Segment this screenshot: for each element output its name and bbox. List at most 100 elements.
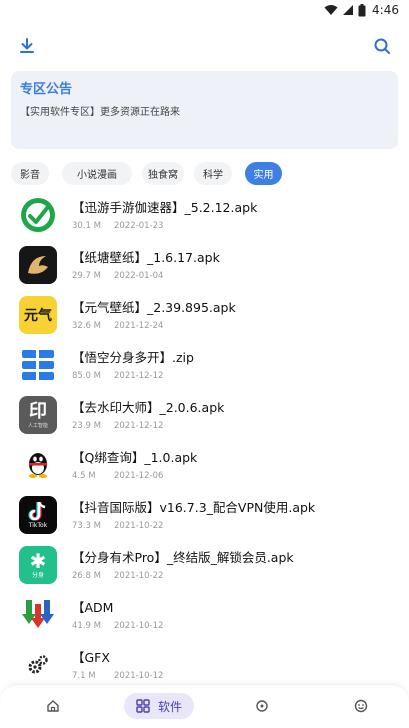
app-size: 4.5 M bbox=[72, 471, 96, 481]
announcement-title: 专区公告 bbox=[20, 82, 73, 97]
app-name: 【悟空分身多开】.zip bbox=[72, 350, 194, 365]
nav-discover[interactable] bbox=[249, 693, 275, 719]
list-item[interactable]: TikTok 【抖音国际版】v16.7.3_配合VPN使用.apk 73.3 M… bbox=[0, 490, 409, 540]
app-size: 23.9 M bbox=[72, 421, 101, 431]
list-item[interactable]: 【GFX 7.1 M 2021-10-12 bbox=[0, 640, 409, 690]
tiktok-note-icon bbox=[28, 501, 46, 521]
search-icon bbox=[374, 38, 390, 54]
app-size: 73.3 M bbox=[72, 521, 101, 531]
adm-download-arrows-icon bbox=[22, 600, 54, 628]
app-size: 32.6 M bbox=[72, 321, 101, 331]
app-icon-yuanqi: 元气 bbox=[19, 296, 57, 334]
wukong-logo-icon bbox=[22, 350, 54, 380]
app-size: 41.9 M bbox=[72, 621, 101, 631]
list-item[interactable]: ✱ 分身 【分身有术Pro】_终结版_解锁会员.apk 26.8 M 2021-1… bbox=[0, 540, 409, 590]
download-button[interactable] bbox=[13, 32, 41, 60]
app-name: 【抖音国际版】v16.7.3_配合VPN使用.apk bbox=[72, 500, 316, 515]
app-icon-qushuiyin: 印 人工智能 bbox=[19, 396, 57, 434]
app-meta: 29.7 M 2022-01-04 bbox=[72, 271, 163, 281]
app-icon-adm bbox=[19, 596, 57, 634]
clock: 4:46 bbox=[372, 3, 399, 17]
nav-software-label: 软件 bbox=[158, 699, 183, 714]
list-item[interactable]: 【悟空分身多开】.zip 85.0 M 2021-12-12 bbox=[0, 340, 409, 390]
bottom-nav: 软件 bbox=[0, 684, 409, 728]
status-bar: 4:46 bbox=[0, 0, 409, 22]
category-tab-shiyong[interactable]: 实用 bbox=[245, 162, 282, 185]
list-item[interactable]: 元气 【元气壁纸】_2.39.895.apk 32.6 M 2021-12-24 bbox=[0, 290, 409, 340]
app-icon-fenshen: ✱ 分身 bbox=[19, 546, 57, 584]
fenshen-logo-text: 分身 bbox=[31, 572, 44, 579]
gears-icon bbox=[28, 655, 48, 674]
app-date: 2022-01-04 bbox=[114, 271, 164, 281]
app-icon-wukong bbox=[19, 346, 57, 384]
app-date: 2022-01-23 bbox=[114, 221, 164, 231]
app-icon-tiktok: TikTok bbox=[19, 496, 57, 534]
app-size: 7.1 M bbox=[72, 671, 96, 681]
zhitang-logo-icon bbox=[28, 256, 48, 274]
list-item[interactable]: 【ADM 41.9 M 2021-10-12 bbox=[0, 590, 409, 640]
app-name: 【Q绑查询】_1.0.apk bbox=[72, 450, 198, 465]
search-button[interactable] bbox=[368, 32, 396, 60]
wifi-icon bbox=[324, 5, 338, 15]
app-date: 2021-10-12 bbox=[114, 671, 164, 681]
app-name: 【去水印大师】_2.0.6.apk bbox=[72, 400, 225, 415]
app-name: 【分身有术Pro】_终结版_解锁会员.apk bbox=[72, 550, 294, 565]
list-item[interactable]: 印 人工智能 【去水印大师】_2.0.6.apk 23.9 M 2021-12-1… bbox=[0, 390, 409, 440]
app-meta: 4.5 M 2021-12-06 bbox=[72, 471, 163, 481]
app-name: 【GFX bbox=[72, 650, 110, 665]
app-meta: 41.9 M 2021-10-12 bbox=[72, 621, 163, 631]
list-item[interactable]: 【Q绑查询】_1.0.apk 4.5 M 2021-12-06 bbox=[0, 440, 409, 490]
app-date: 2021-12-06 bbox=[114, 471, 164, 481]
category-tab-xiaoshuo[interactable]: 小说漫画 bbox=[62, 162, 132, 185]
app-name: 【纸塘壁纸】_1.6.17.apk bbox=[72, 250, 220, 265]
grid-apps-icon bbox=[136, 699, 150, 713]
tiktok-logo-text: TikTok bbox=[28, 522, 48, 529]
app-name: 【元气壁纸】_2.39.895.apk bbox=[72, 300, 236, 315]
app-meta: 73.3 M 2021-10-22 bbox=[72, 521, 163, 531]
signal-icon bbox=[343, 5, 354, 15]
app-date: 2021-10-12 bbox=[114, 621, 164, 631]
battery-icon bbox=[358, 3, 366, 16]
app-size: 85.0 M bbox=[72, 371, 101, 381]
compass-icon bbox=[256, 700, 268, 712]
watermark-logo-subtext: 人工智能 bbox=[27, 422, 48, 429]
app-icon-qbang bbox=[19, 446, 57, 484]
app-size: 26.8 M bbox=[72, 571, 101, 581]
app-date: 2021-12-24 bbox=[114, 321, 164, 331]
download-icon bbox=[20, 38, 34, 53]
announcement-card: 专区公告 【实用软件专区】更多资源正在路来 bbox=[11, 71, 398, 149]
app-icon-xunyou bbox=[19, 196, 57, 234]
penguin-icon bbox=[29, 453, 47, 478]
app-meta: 23.9 M 2021-12-12 bbox=[72, 421, 163, 431]
nav-home[interactable] bbox=[40, 693, 66, 719]
category-tabs: 影音 小说漫画 独食窝 科学 实用 bbox=[0, 160, 409, 186]
app-size: 30.1 M bbox=[72, 221, 101, 231]
app-meta: 32.6 M 2021-12-24 bbox=[72, 321, 163, 331]
smiley-icon bbox=[354, 699, 368, 713]
app-name: 【ADM bbox=[72, 600, 114, 615]
home-icon bbox=[47, 700, 59, 712]
xunyou-logo-icon bbox=[21, 198, 55, 232]
list-item[interactable]: 【纸塘壁纸】_1.6.17.apk 29.7 M 2022-01-04 bbox=[0, 240, 409, 290]
category-tab-kexue[interactable]: 科学 bbox=[194, 162, 232, 185]
list-item[interactable]: 【迅游手游伽速器】_5.2.12.apk 30.1 M 2022-01-23 bbox=[0, 190, 409, 240]
app-meta: 26.8 M 2021-10-22 bbox=[72, 571, 163, 581]
app-meta: 7.1 M 2021-10-12 bbox=[72, 671, 163, 681]
nav-software[interactable]: 软件 bbox=[124, 693, 195, 719]
app-meta: 30.1 M 2022-01-23 bbox=[72, 221, 163, 231]
category-tab-yingyin[interactable]: 影音 bbox=[11, 162, 49, 185]
announcement-body: 【实用软件专区】更多资源正在路来 bbox=[20, 107, 180, 118]
nav-profile[interactable] bbox=[348, 693, 374, 719]
category-tab-dushiwo[interactable]: 独食窝 bbox=[142, 162, 184, 185]
app-date: 2021-10-22 bbox=[114, 571, 164, 581]
app-date: 2021-12-12 bbox=[114, 421, 164, 431]
top-bar bbox=[0, 26, 409, 66]
app-icon-gfx bbox=[19, 646, 57, 684]
app-date: 2021-12-12 bbox=[114, 371, 164, 381]
watermark-logo-text: 印 bbox=[29, 400, 47, 422]
app-icon-zhitang bbox=[19, 246, 57, 284]
app-name: 【迅游手游伽速器】_5.2.12.apk bbox=[72, 200, 258, 215]
app-size: 29.7 M bbox=[72, 271, 101, 281]
yuanqi-logo-text: 元气 bbox=[24, 308, 52, 324]
fenshen-logo-glyph: ✱ bbox=[29, 549, 47, 573]
